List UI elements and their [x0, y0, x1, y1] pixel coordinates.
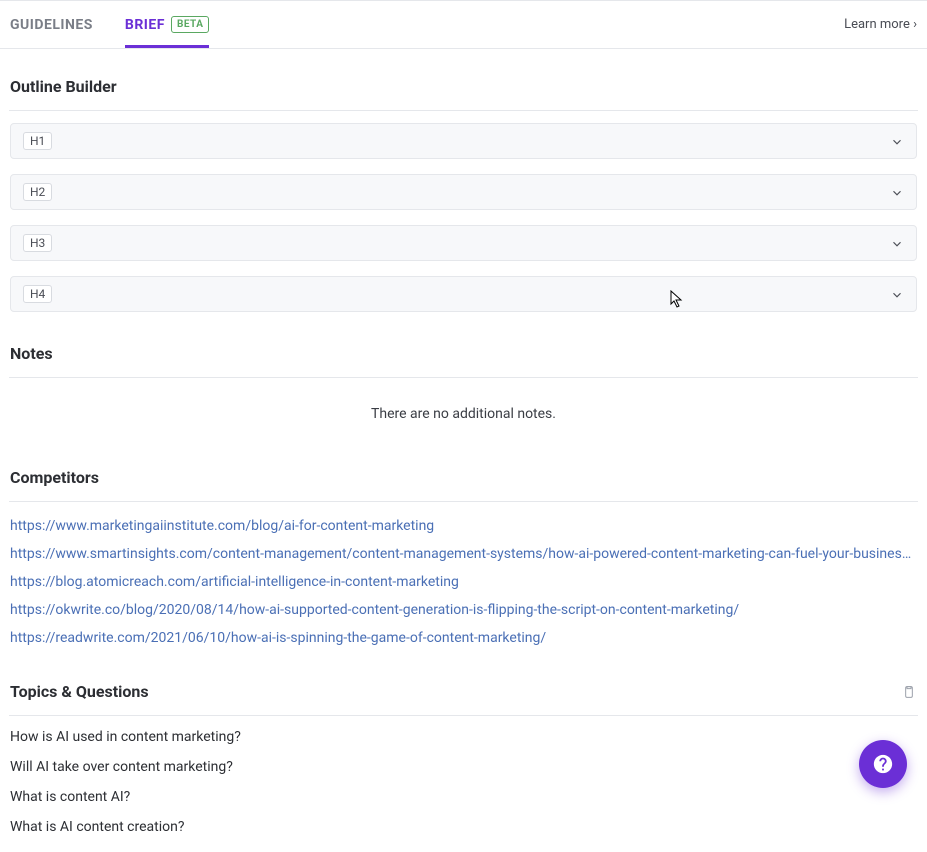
tabs: GUIDELINES BRIEF BETA — [10, 1, 209, 48]
learn-more-link[interactable]: Learn more › — [844, 17, 917, 32]
question-item: Will AI take over content marketing? — [10, 752, 917, 782]
chevron-down-icon — [890, 134, 904, 148]
outline-item-h1[interactable]: H1 — [10, 123, 917, 159]
help-button[interactable] — [859, 740, 907, 788]
outline-item-h2[interactable]: H2 — [10, 174, 917, 210]
notes-title: Notes — [10, 344, 917, 363]
competitor-link[interactable]: https://readwrite.com/2021/06/10/how-ai-… — [10, 624, 917, 652]
topics-questions-list: How is AI used in content marketing? Wil… — [10, 722, 917, 842]
tab-brief[interactable]: BRIEF BETA — [125, 1, 210, 48]
beta-badge: BETA — [171, 16, 210, 33]
tabs-bar: GUIDELINES BRIEF BETA Learn more › — [0, 1, 927, 49]
chevron-down-icon — [890, 185, 904, 199]
chevron-down-icon — [890, 236, 904, 250]
competitor-link[interactable]: https://www.smartinsights.com/content-ma… — [10, 540, 917, 568]
clipboard-icon[interactable] — [901, 683, 917, 701]
tab-guidelines[interactable]: GUIDELINES — [10, 1, 93, 48]
competitor-link[interactable]: https://www.marketingaiinstitute.com/blo… — [10, 512, 917, 540]
outline-item-h3[interactable]: H3 — [10, 225, 917, 261]
competitor-link[interactable]: https://okwrite.co/blog/2020/08/14/how-a… — [10, 596, 917, 624]
topics-questions-title: Topics & Questions — [10, 682, 149, 701]
heading-tag: H1 — [23, 132, 52, 150]
heading-tag: H4 — [23, 285, 52, 303]
outline-item-h4[interactable]: H4 — [10, 276, 917, 312]
heading-tag: H3 — [23, 234, 52, 252]
competitor-link[interactable]: https://blog.atomicreach.com/artificial-… — [10, 568, 917, 596]
outline-builder-title: Outline Builder — [10, 77, 917, 96]
chevron-down-icon — [890, 287, 904, 301]
question-item: How is AI used in content marketing? — [10, 722, 917, 752]
notes-empty-message: There are no additional notes. — [10, 378, 917, 450]
heading-tag: H2 — [23, 183, 52, 201]
competitors-list: https://www.marketingaiinstitute.com/blo… — [10, 512, 917, 652]
competitors-title: Competitors — [10, 468, 917, 487]
question-item: What is AI content creation? — [10, 812, 917, 842]
tab-brief-label: BRIEF — [125, 17, 165, 33]
